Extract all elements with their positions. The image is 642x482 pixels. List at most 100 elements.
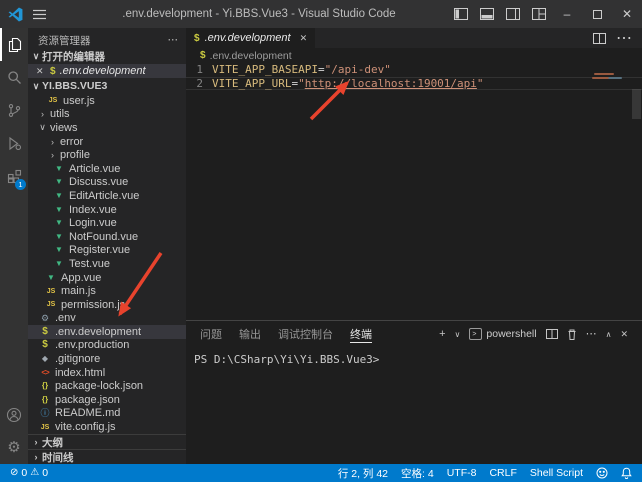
- explorer-icon[interactable]: [0, 28, 28, 61]
- tree-file-.env.production[interactable]: $.env.production: [28, 339, 186, 353]
- tree-item-label: Article.vue: [69, 163, 120, 175]
- tree-file-.gitignore[interactable]: ◆.gitignore: [28, 352, 186, 366]
- tree-file-index.vue[interactable]: ▼Index.vue: [28, 203, 186, 217]
- tree-item-label: .env.production: [55, 339, 129, 351]
- notifications-bell-icon[interactable]: [621, 467, 632, 479]
- editor-scrollbar[interactable]: [632, 89, 641, 119]
- project-section-header[interactable]: ∨ YI.BBS.VUE3: [28, 78, 186, 94]
- panel-tab-bar: 问题输出调试控制台终端 + ∨ > powershell ⋯: [186, 321, 642, 347]
- open-editor-item[interactable]: ✕ $ .env.development: [28, 64, 186, 78]
- kill-terminal-trash-icon[interactable]: [567, 329, 577, 340]
- settings-gear-icon[interactable]: ⚙: [0, 431, 28, 464]
- toggle-panel-icon[interactable]: [474, 0, 500, 28]
- close-editor-icon[interactable]: ✕: [36, 66, 46, 77]
- terminal-shell-selector[interactable]: > powershell: [469, 328, 536, 340]
- tree-file-test.vue[interactable]: ▼Test.vue: [28, 257, 186, 271]
- tree-file-login.vue[interactable]: ▼Login.vue: [28, 216, 186, 230]
- code-line-1[interactable]: 1VITE_APP_BASEAPI="/api-dev": [186, 63, 642, 77]
- tree-file-app.vue[interactable]: ▼App.vue: [28, 271, 186, 285]
- tree-file-readme.md[interactable]: ⓘREADME.md: [28, 407, 186, 421]
- chevron-down-icon: ∨: [30, 81, 42, 92]
- language-mode[interactable]: Shell Script: [530, 467, 583, 479]
- code-line-2[interactable]: 2VITE_APP_URL="http://localhost:19001/ap…: [186, 77, 642, 91]
- toggle-sidebar-icon[interactable]: [448, 0, 474, 28]
- run-debug-icon[interactable]: [0, 127, 28, 160]
- sidebar-bottom-sections: › 大纲 › 时间线: [28, 434, 186, 464]
- close-panel-icon[interactable]: ✕: [620, 330, 628, 339]
- indentation[interactable]: 空格: 4: [401, 466, 434, 481]
- customize-layout-icon[interactable]: [526, 0, 552, 28]
- minimize-button[interactable]: –: [552, 0, 582, 28]
- panel-tab-终端[interactable]: 终端: [350, 321, 372, 347]
- tree-item-label: permission.js: [61, 299, 125, 311]
- tree-file-user.js[interactable]: JSuser.js: [28, 94, 186, 108]
- tree-file-editarticle.vue[interactable]: ▼EditArticle.vue: [28, 189, 186, 203]
- tree-file-register.vue[interactable]: ▼Register.vue: [28, 244, 186, 258]
- tree-item-label: .gitignore: [55, 353, 100, 365]
- feedback-icon[interactable]: [596, 467, 608, 479]
- line-number: 1: [186, 63, 212, 77]
- terminal-output[interactable]: PS D:\CSharp\Yi\Yi.BBS.Vue3>: [186, 347, 642, 366]
- tree-file-article.vue[interactable]: ▼Article.vue: [28, 162, 186, 176]
- tree-file-discuss.vue[interactable]: ▼Discuss.vue: [28, 176, 186, 190]
- split-editor-icon[interactable]: [593, 33, 606, 44]
- editor-more-icon[interactable]: ⋯: [616, 28, 632, 48]
- title-bar-left: [0, 7, 70, 22]
- maximize-button[interactable]: [582, 0, 612, 28]
- code-segment: ": [477, 77, 484, 90]
- menu-icon[interactable]: [33, 9, 46, 20]
- open-editors-section[interactable]: ∨ 打开的编辑器: [28, 48, 186, 64]
- tab-env-development[interactable]: $ .env.development ✕: [186, 28, 315, 48]
- panel-more-icon[interactable]: ⋯: [586, 329, 597, 340]
- tree-file-package-lock.json[interactable]: {}package-lock.json: [28, 379, 186, 393]
- maximize-panel-icon[interactable]: ∧: [606, 330, 612, 339]
- braces-file-icon: {}: [38, 382, 52, 390]
- code-editor[interactable]: 1VITE_APP_BASEAPI="/api-dev"2VITE_APP_UR…: [186, 63, 642, 320]
- sidebar-more-icon[interactable]: ⋯: [168, 34, 179, 46]
- tree-file-package.json[interactable]: {}package.json: [28, 393, 186, 407]
- tree-item-label: profile: [60, 149, 90, 161]
- problems-status[interactable]: ⊘ 0 ⚠ 0: [10, 467, 48, 479]
- code-segment: VITE_APP_BASEAPI: [212, 63, 318, 76]
- env-file-icon: $: [200, 50, 206, 61]
- timeline-section[interactable]: › 时间线: [28, 449, 186, 464]
- split-terminal-icon[interactable]: [546, 329, 558, 339]
- new-terminal-icon[interactable]: +: [439, 329, 445, 340]
- tab-close-icon[interactable]: ✕: [300, 33, 308, 44]
- tree-file-notfound.vue[interactable]: ▼NotFound.vue: [28, 230, 186, 244]
- tree-folder-views[interactable]: ∨views: [28, 121, 186, 135]
- tree-file-main.js[interactable]: JSmain.js: [28, 284, 186, 298]
- panel-tab-调试控制台[interactable]: 调试控制台: [278, 321, 333, 347]
- env-file-icon: $: [38, 340, 52, 350]
- breadcrumb[interactable]: $ .env.development: [186, 48, 642, 63]
- source-control-icon[interactable]: [0, 94, 28, 127]
- url-link[interactable]: http://localhost:19001/api: [305, 77, 477, 90]
- outline-section[interactable]: › 大纲: [28, 434, 186, 449]
- breadcrumb-file: .env.development: [210, 50, 292, 62]
- js-file-icon: JS: [38, 424, 52, 431]
- eol-sequence[interactable]: CRLF: [489, 467, 516, 479]
- panel-tab-问题[interactable]: 问题: [200, 321, 222, 347]
- account-icon[interactable]: [0, 398, 28, 431]
- search-icon[interactable]: [0, 61, 28, 94]
- code-segment: "/api-dev": [325, 63, 391, 76]
- vue-file-icon: ▼: [52, 192, 66, 200]
- editor-column: $ .env.development ✕ ⋯ $ .env.developmen…: [186, 28, 642, 464]
- encoding[interactable]: UTF-8: [447, 467, 477, 479]
- tree-folder-utils[interactable]: ›utils: [28, 108, 186, 122]
- tree-file-.env.development[interactable]: $.env.development: [28, 325, 186, 339]
- panel-tab-输出[interactable]: 输出: [239, 321, 261, 347]
- tree-file-.env[interactable]: ⚙.env: [28, 312, 186, 326]
- tree-folder-profile[interactable]: ›profile: [28, 148, 186, 162]
- tree-item-label: Login.vue: [69, 217, 117, 229]
- extensions-icon[interactable]: 1: [0, 160, 28, 193]
- cursor-position[interactable]: 行 2, 列 42: [338, 466, 388, 481]
- toggle-secondary-sidebar-icon[interactable]: [500, 0, 526, 28]
- tree-file-vite.config.js[interactable]: JSvite.config.js: [28, 420, 186, 434]
- tree-folder-error[interactable]: ›error: [28, 135, 186, 149]
- terminal-dropdown-icon[interactable]: ∨: [455, 330, 461, 339]
- tree-item-label: EditArticle.vue: [69, 190, 139, 202]
- tree-file-index.html[interactable]: <>index.html: [28, 366, 186, 380]
- close-button[interactable]: ✕: [612, 0, 642, 28]
- tree-file-permission.js[interactable]: JSpermission.js: [28, 298, 186, 312]
